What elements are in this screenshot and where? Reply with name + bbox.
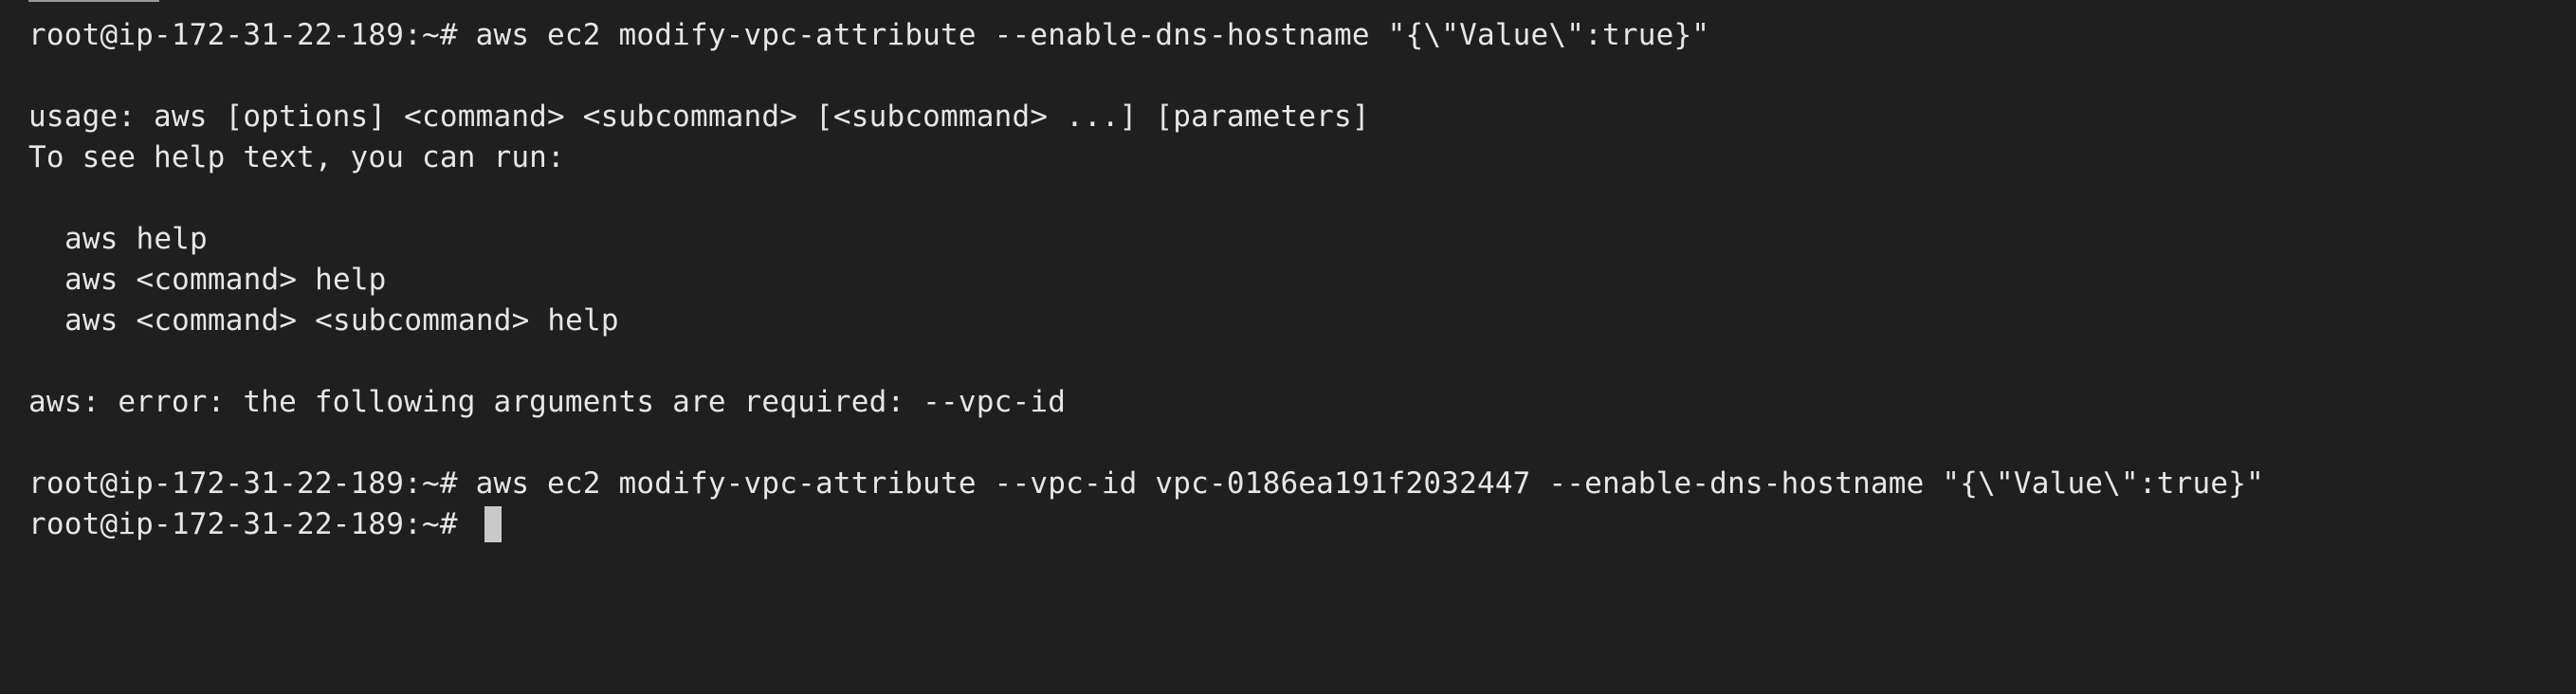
terminal-line-help-hint: To see help text, you can run: bbox=[28, 140, 565, 174]
terminal-cursor bbox=[484, 506, 502, 542]
terminal-output[interactable]: root@ip-172-31-22-189:~# aws ec2 modify-… bbox=[0, 0, 2576, 694]
terminal-line-prompt: root@ip-172-31-22-189:~# bbox=[28, 507, 458, 541]
terminal-line-help-3: aws <command> <subcommand> help bbox=[64, 303, 619, 338]
terminal-line-command: root@ip-172-31-22-189:~# aws ec2 modify-… bbox=[28, 18, 1710, 52]
terminal-line-command-2: root@ip-172-31-22-189:~# aws ec2 modify-… bbox=[28, 466, 2264, 501]
terminal-line-help-1: aws help bbox=[64, 222, 208, 256]
terminal-line-usage: usage: aws [options] <command> <subcomma… bbox=[28, 100, 1370, 134]
terminal-line-help-2: aws <command> help bbox=[64, 263, 387, 297]
terminal-line-error: aws: error: the following arguments are … bbox=[28, 385, 1067, 419]
